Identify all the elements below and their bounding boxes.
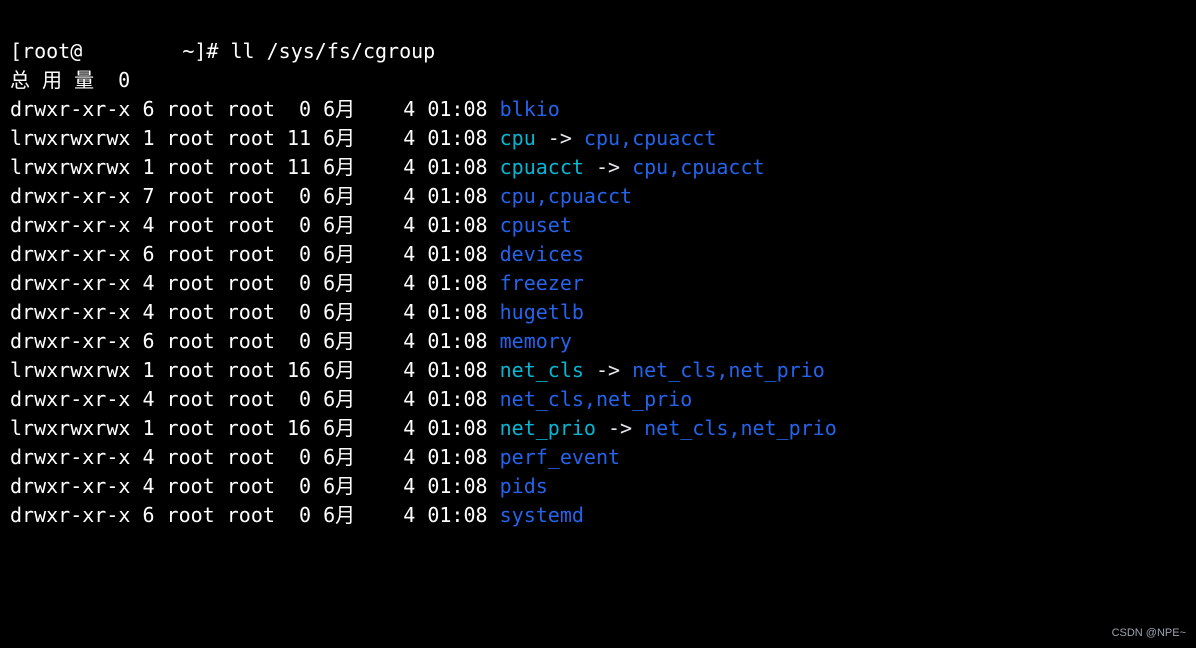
entry-meta: drwxr-xr-x 6 root root 0 6月 4 01:08 xyxy=(10,329,500,353)
listing-row: drwxr-xr-x 4 root root 0 6月 4 01:08 pids xyxy=(10,472,1186,501)
entry-name: hugetlb xyxy=(500,300,584,324)
listing-row: drwxr-xr-x 4 root root 0 6月 4 01:08 cpus… xyxy=(10,211,1186,240)
entry-name: systemd xyxy=(500,503,584,527)
listing-row: drwxr-xr-x 4 root root 0 6月 4 01:08 net_… xyxy=(10,385,1186,414)
entry-target: net_cls,net_prio xyxy=(644,416,837,440)
listing-row: lrwxrwxrwx 1 root root 11 6月 4 01:08 cpu… xyxy=(10,153,1186,182)
entry-target: net_cls,net_prio xyxy=(632,358,825,382)
entry-meta: drwxr-xr-x 6 root root 0 6月 4 01:08 xyxy=(10,242,500,266)
entry-target: cpu,cpuacct xyxy=(632,155,764,179)
entry-meta: drwxr-xr-x 4 root root 0 6月 4 01:08 xyxy=(10,474,500,498)
listing-row: drwxr-xr-x 4 root root 0 6月 4 01:08 perf… xyxy=(10,443,1186,472)
symlink-arrow: -> xyxy=(596,416,644,440)
prompt-user: root xyxy=(22,39,70,63)
listing-row: drwxr-xr-x 4 root root 0 6月 4 01:08 huge… xyxy=(10,298,1186,327)
prompt-suffix: ]# xyxy=(194,39,218,63)
listing-row: drwxr-xr-x 6 root root 0 6月 4 01:08 devi… xyxy=(10,240,1186,269)
entry-target: cpu,cpuacct xyxy=(584,126,716,150)
entry-name: freezer xyxy=(500,271,584,295)
symlink-arrow: -> xyxy=(584,358,632,382)
prompt-host-redacted xyxy=(82,40,170,62)
entry-meta: lrwxrwxrwx 1 root root 11 6月 4 01:08 xyxy=(10,126,500,150)
listing-row: lrwxrwxrwx 1 root root 11 6月 4 01:08 cpu… xyxy=(10,124,1186,153)
entry-meta: lrwxrwxrwx 1 root root 11 6月 4 01:08 xyxy=(10,155,500,179)
terminal-output[interactable]: [root@ ~]# ll /sys/fs/cgroup 总 用 量 0 drw… xyxy=(0,0,1196,530)
entry-meta: drwxr-xr-x 4 root root 0 6月 4 01:08 xyxy=(10,445,500,469)
prompt-path: ~ xyxy=(182,39,194,63)
listing-row: lrwxrwxrwx 1 root root 16 6月 4 01:08 net… xyxy=(10,414,1186,443)
entry-meta: drwxr-xr-x 4 root root 0 6月 4 01:08 xyxy=(10,387,500,411)
entry-name: net_cls xyxy=(500,358,584,382)
entry-name: cpuacct xyxy=(500,155,584,179)
total-line: 总 用 量 0 xyxy=(10,68,130,92)
entry-meta: drwxr-xr-x 6 root root 0 6月 4 01:08 xyxy=(10,503,500,527)
command-text: ll /sys/fs/cgroup xyxy=(231,39,436,63)
entry-meta: lrwxrwxrwx 1 root root 16 6月 4 01:08 xyxy=(10,358,500,382)
entry-meta: drwxr-xr-x 6 root root 0 6月 4 01:08 xyxy=(10,97,500,121)
entry-name: perf_event xyxy=(500,445,620,469)
entry-meta: lrwxrwxrwx 1 root root 16 6月 4 01:08 xyxy=(10,416,500,440)
listing-row: drwxr-xr-x 6 root root 0 6月 4 01:08 blki… xyxy=(10,95,1186,124)
listing-row: drwxr-xr-x 6 root root 0 6月 4 01:08 memo… xyxy=(10,327,1186,356)
entry-name: cpuset xyxy=(500,213,572,237)
entry-name: cpu xyxy=(500,126,536,150)
entry-meta: drwxr-xr-x 4 root root 0 6月 4 01:08 xyxy=(10,300,500,324)
entry-name: cpu,cpuacct xyxy=(500,184,632,208)
listing-row: drwxr-xr-x 6 root root 0 6月 4 01:08 syst… xyxy=(10,501,1186,530)
entry-name: blkio xyxy=(500,97,560,121)
entry-name: memory xyxy=(500,329,572,353)
entry-name: pids xyxy=(500,474,548,498)
entry-name: net_prio xyxy=(500,416,596,440)
listing-row: drwxr-xr-x 4 root root 0 6月 4 01:08 free… xyxy=(10,269,1186,298)
listing-row: lrwxrwxrwx 1 root root 16 6月 4 01:08 net… xyxy=(10,356,1186,385)
entry-meta: drwxr-xr-x 4 root root 0 6月 4 01:08 xyxy=(10,213,500,237)
symlink-arrow: -> xyxy=(536,126,584,150)
entry-meta: drwxr-xr-x 4 root root 0 6月 4 01:08 xyxy=(10,271,500,295)
watermark-text: CSDN @NPE~ xyxy=(1112,626,1186,642)
listing-row: drwxr-xr-x 7 root root 0 6月 4 01:08 cpu,… xyxy=(10,182,1186,211)
entry-name: net_cls,net_prio xyxy=(500,387,693,411)
prompt-at: @ xyxy=(70,39,82,63)
entry-name: devices xyxy=(500,242,584,266)
file-listing: drwxr-xr-x 6 root root 0 6月 4 01:08 blki… xyxy=(10,95,1186,530)
prompt-line: [root@ ~]# ll /sys/fs/cgroup xyxy=(10,39,435,63)
symlink-arrow: -> xyxy=(584,155,632,179)
entry-meta: drwxr-xr-x 7 root root 0 6月 4 01:08 xyxy=(10,184,500,208)
